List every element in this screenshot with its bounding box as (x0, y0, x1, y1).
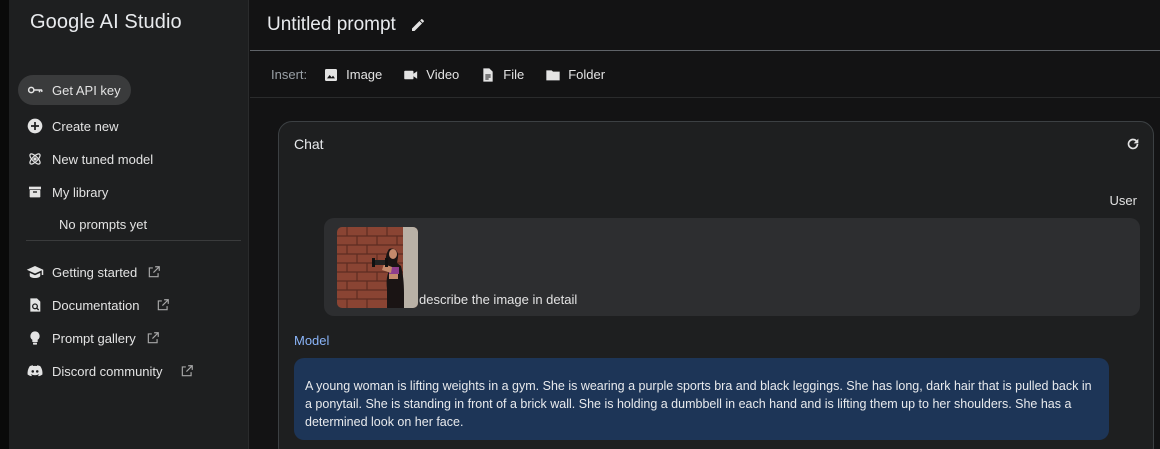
get-api-key-button[interactable]: Get API key (18, 75, 131, 105)
model-role-label: Model (294, 333, 330, 348)
external-link-icon (147, 265, 161, 279)
insert-video-label: Video (426, 67, 460, 82)
external-link-icon (156, 298, 170, 312)
library-icon (26, 183, 44, 201)
insert-video-button[interactable]: Video (403, 67, 459, 83)
my-library-button[interactable]: My library (18, 177, 108, 207)
prompt-title[interactable]: Untitled prompt (267, 14, 396, 36)
user-role-label: User (1109, 193, 1137, 208)
window-edge (0, 0, 9, 449)
image-icon (323, 67, 339, 83)
documentation-link[interactable]: Documentation (18, 290, 170, 320)
new-tuned-model-label: New tuned model (52, 151, 154, 167)
insert-toolbar: Insert: Image Video File Folder (250, 52, 1160, 98)
getting-started-link[interactable]: Getting started (18, 257, 161, 287)
prompt-gallery-label: Prompt gallery (52, 330, 136, 346)
sidebar-divider (26, 240, 241, 241)
app-logo-text: Google AI Studio (30, 11, 182, 33)
videocam-icon (403, 67, 419, 83)
key-icon (26, 81, 44, 99)
file-icon (480, 67, 496, 83)
folder-icon (545, 67, 561, 83)
insert-folder-button[interactable]: Folder (545, 67, 605, 83)
documentation-label: Documentation (52, 297, 140, 313)
user-message-text: describe the image in detail (419, 292, 578, 307)
external-link-icon (180, 364, 194, 378)
user-message: describe the image in detail (324, 218, 1140, 316)
create-new-button[interactable]: Create new (18, 111, 118, 141)
chat-title: Chat (294, 136, 324, 152)
create-new-label: Create new (52, 118, 119, 134)
insert-image-label: Image (346, 67, 383, 82)
add-circle-icon (26, 117, 44, 135)
insert-file-label: File (503, 67, 525, 82)
getting-started-label: Getting started (52, 264, 138, 280)
prompt-header: Untitled prompt (250, 0, 1160, 51)
graduation-cap-icon (26, 263, 44, 281)
get-api-key-label: Get API key (52, 82, 121, 98)
no-prompts-text: No prompts yet (59, 217, 148, 232)
main-content: Untitled prompt Insert: Image Video File (250, 0, 1160, 449)
discord-community-label: Discord community (52, 363, 163, 379)
insert-file-button[interactable]: File (480, 67, 524, 83)
sidebar: Google AI Studio Get API key Create new … (9, 0, 249, 449)
insert-image-button[interactable]: Image (323, 67, 382, 83)
new-tuned-model-button[interactable]: New tuned model (18, 144, 153, 174)
prompt-gallery-link[interactable]: Prompt gallery (18, 323, 160, 353)
chat-panel: Chat User describe the image in detail M… (278, 121, 1154, 449)
atom-icon (26, 150, 44, 168)
uploaded-image-thumbnail[interactable] (337, 227, 418, 308)
document-search-icon (26, 296, 44, 314)
insert-folder-label: Folder (568, 67, 606, 82)
discord-community-link[interactable]: Discord community (18, 356, 194, 386)
pencil-icon[interactable] (410, 17, 426, 33)
refresh-icon[interactable] (1125, 136, 1141, 152)
insert-label: Insert: (271, 67, 308, 82)
external-link-icon (146, 331, 160, 345)
my-library-label: My library (52, 184, 109, 200)
model-response: A young woman is lifting weights in a gy… (294, 358, 1109, 440)
lightbulb-icon (26, 329, 44, 347)
discord-icon (26, 362, 44, 380)
